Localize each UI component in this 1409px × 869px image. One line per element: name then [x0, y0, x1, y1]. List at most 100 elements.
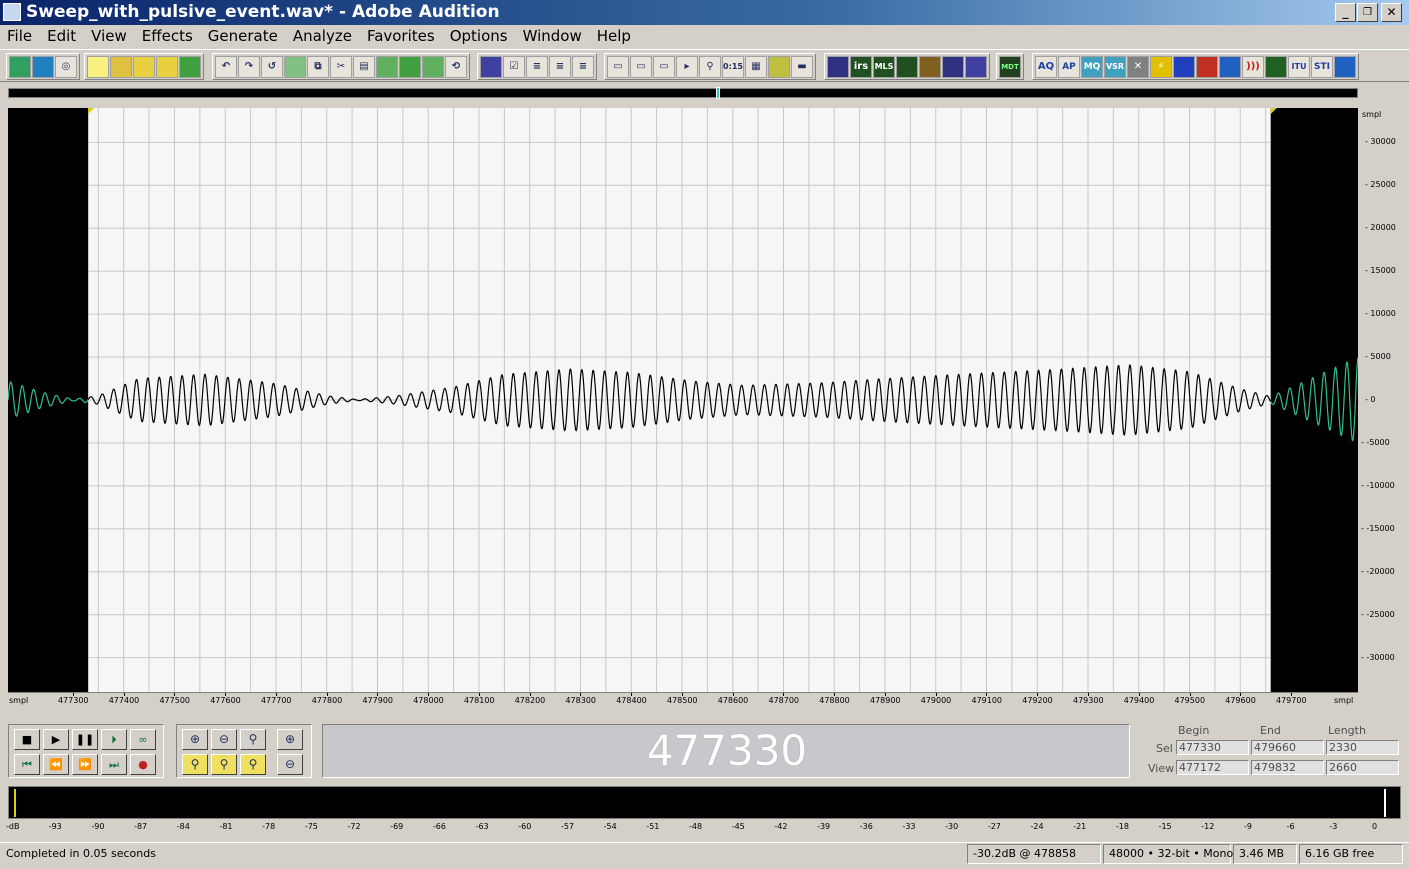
fft-icon[interactable] [1334, 55, 1356, 78]
marker-icon[interactable]: ☑ [503, 55, 525, 78]
sel-end-field[interactable]: 479660 [1251, 740, 1324, 755]
menu-help[interactable]: Help [590, 25, 639, 47]
paste-new-icon[interactable] [376, 55, 398, 78]
menu-file[interactable]: File [0, 25, 40, 47]
mvp-icon[interactable] [896, 55, 918, 78]
info-icon[interactable]: ▭ [653, 55, 675, 78]
zoom-right-icon[interactable]: ⚲ [240, 754, 266, 775]
zoom-icon[interactable]: ⚲ [699, 55, 721, 78]
loop-icon[interactable]: ∞ [130, 729, 156, 750]
cd-view-icon[interactable]: ◎ [55, 55, 77, 78]
paste-icon[interactable]: ▤ [353, 55, 375, 78]
close-button[interactable]: ✕ [1381, 3, 1402, 22]
view-begin-field[interactable]: 477172 [1176, 760, 1249, 775]
go-start-icon[interactable]: ⏮ [14, 754, 40, 775]
level-meter[interactable] [8, 786, 1401, 819]
app-icon[interactable] [3, 3, 21, 21]
menu-view[interactable]: View [84, 25, 135, 47]
ap-icon[interactable]: AP [1058, 55, 1080, 78]
play-icon[interactable]: ▶ [43, 729, 69, 750]
zoom-out-v-icon[interactable]: ⊖ [277, 754, 303, 775]
play-cursor-icon[interactable]: ▸ [676, 55, 698, 78]
menu-effects[interactable]: Effects [135, 25, 201, 47]
view-end-field[interactable]: 479832 [1251, 760, 1324, 775]
mq-icon[interactable]: MQ [1081, 55, 1103, 78]
play-to-end-icon[interactable]: ⏵ [101, 729, 127, 750]
restore-button[interactable]: ❐ [1357, 3, 1378, 22]
list-icon[interactable]: ≡ [526, 55, 548, 78]
bars-icon[interactable] [1196, 55, 1218, 78]
repeat-last-icon[interactable]: ↺ [261, 55, 283, 78]
redo-icon[interactable]: ↷ [238, 55, 260, 78]
loop-icon[interactable] [919, 55, 941, 78]
time-display[interactable]: 477330 [322, 724, 1130, 778]
spectral-icon[interactable]: ▭ [630, 55, 652, 78]
arc-icon[interactable]: ))) [1242, 55, 1264, 78]
sti-icon[interactable]: STI [1311, 55, 1333, 78]
cut-icon[interactable]: ✂ [330, 55, 352, 78]
irs-icon[interactable]: irs [850, 55, 872, 78]
flow-icon[interactable] [1173, 55, 1195, 78]
time-display-icon[interactable]: 0:15 [722, 55, 744, 78]
vsr-icon[interactable]: VSR [1104, 55, 1126, 78]
menu-options[interactable]: Options [443, 25, 516, 47]
record-icon[interactable]: ● [130, 754, 156, 775]
multitrack-view-icon[interactable] [32, 55, 54, 78]
trim-icon[interactable] [422, 55, 444, 78]
aq-icon[interactable]: AQ [1035, 55, 1057, 78]
select-all-icon[interactable] [284, 55, 306, 78]
new-file-icon[interactable] [87, 55, 109, 78]
mls-icon[interactable]: MLS [873, 55, 895, 78]
zoom-in-v-icon[interactable]: ⊕ [277, 729, 303, 750]
envelope-icon[interactable] [480, 55, 502, 78]
menu-analyze[interactable]: Analyze [286, 25, 360, 47]
waveform-view-icon[interactable] [9, 55, 31, 78]
rewind-icon[interactable]: ⏪ [43, 754, 69, 775]
pause-icon[interactable]: ❚❚ [72, 729, 98, 750]
fast-forward-icon[interactable]: ⏩ [72, 754, 98, 775]
flag-icon[interactable] [1265, 55, 1287, 78]
view-length-field[interactable]: 2660 [1326, 760, 1399, 775]
title-bar[interactable]: Sweep_with_pulsive_event.wav* - Adobe Au… [0, 0, 1409, 25]
save-all-icon[interactable] [156, 55, 178, 78]
sel-length-field[interactable]: 2330 [1326, 740, 1399, 755]
zoom-sel-icon[interactable]: ⚲ [182, 754, 208, 775]
level-icon[interactable] [768, 55, 790, 78]
ruler-icon[interactable]: ▦ [745, 55, 767, 78]
menu-favorites[interactable]: Favorites [360, 25, 443, 47]
grid2-icon[interactable]: ≡ [572, 55, 594, 78]
go-end-icon[interactable]: ⏭ [101, 754, 127, 775]
itu-icon[interactable]: ITU [1288, 55, 1310, 78]
overview-bar[interactable] [8, 88, 1358, 98]
time-ruler[interactable]: smpl smpl 477300 477400 477500 477600 477700… [8, 692, 1358, 710]
waveform-display[interactable] [8, 108, 1358, 692]
zoom-left-icon[interactable]: ⚲ [211, 754, 237, 775]
stop-icon[interactable]: ■ [14, 729, 40, 750]
zoom-out-h-icon[interactable]: ⊖ [211, 729, 237, 750]
mix-paste-icon[interactable] [399, 55, 421, 78]
grid-x-icon[interactable]: ✕ [1127, 55, 1149, 78]
waveform-display-icon[interactable]: ▭ [607, 55, 629, 78]
bolt-icon[interactable]: ⚡ [1150, 55, 1172, 78]
undo-icon[interactable]: ↶ [215, 55, 237, 78]
stripes-icon[interactable] [1219, 55, 1241, 78]
zoom-in-h-icon[interactable]: ⊕ [182, 729, 208, 750]
spectrum-icon[interactable] [827, 55, 849, 78]
tool-icon[interactable] [942, 55, 964, 78]
open-file-icon[interactable] [110, 55, 132, 78]
scale-icon[interactable]: ▬ [791, 55, 813, 78]
grid-icon[interactable]: ≡ [549, 55, 571, 78]
save-icon[interactable] [133, 55, 155, 78]
menu-edit[interactable]: Edit [40, 25, 84, 47]
meter-icon[interactable] [965, 55, 987, 78]
sel-begin-field[interactable]: 477330 [1176, 740, 1249, 755]
overview-view-marker[interactable] [716, 87, 720, 99]
minimize-button[interactable]: _ [1335, 3, 1356, 22]
save-selection-icon[interactable] [179, 55, 201, 78]
mdt-icon[interactable]: MDT [999, 55, 1021, 78]
crop-icon[interactable]: ⟲ [445, 55, 467, 78]
menu-window[interactable]: Window [516, 25, 590, 47]
menu-generate[interactable]: Generate [201, 25, 286, 47]
waveform-svg[interactable] [8, 108, 1358, 692]
zoom-full-icon[interactable]: ⚲ [240, 729, 266, 750]
